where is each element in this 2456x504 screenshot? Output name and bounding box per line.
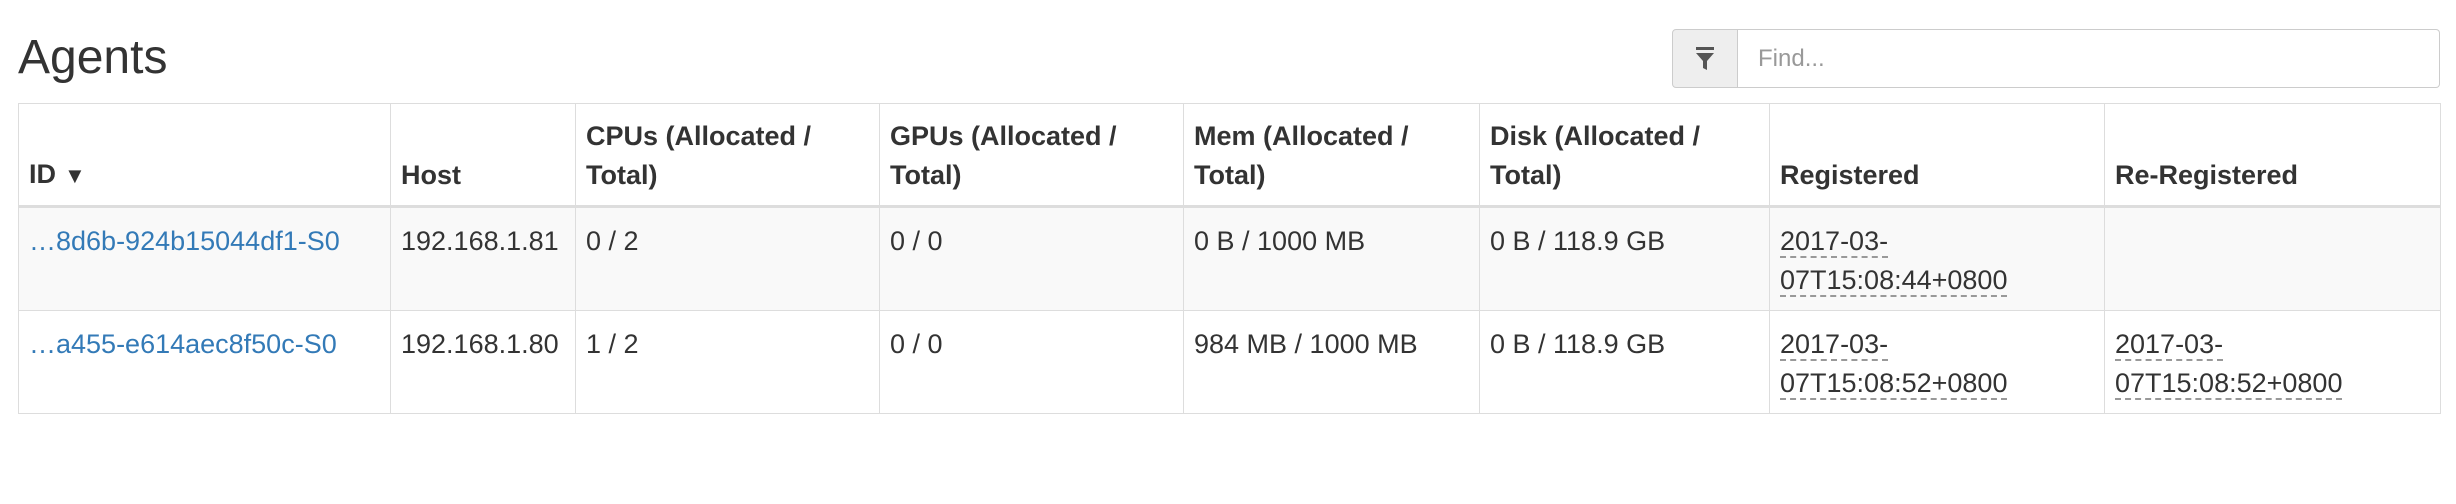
cell-mem: 984 MB / 1000 MB (1183, 310, 1480, 414)
reregistered-timestamp: 2017-03- 07T15:08:52+0800 (2115, 329, 2343, 400)
column-label: Registered (1780, 160, 1920, 190)
timestamp-date: 2017-03- (1780, 226, 1889, 256)
column-header-gpus[interactable]: GPUs (Allocated / Total) (879, 103, 1184, 208)
page-title: Agents (18, 31, 168, 84)
cell-registered: 2017-03- 07T15:08:44+0800 (1769, 206, 2105, 311)
cell-disk: 0 B / 118.9 GB (1479, 206, 1770, 311)
timestamp-date: 2017-03- (1780, 329, 1889, 359)
column-label: Disk (Allocated / Total) (1490, 121, 1701, 190)
filter-icon (1672, 29, 1738, 88)
cell-reregistered: 2017-03- 07T15:08:52+0800 (2104, 310, 2441, 414)
column-header-reregistered[interactable]: Re-Registered (2104, 103, 2441, 208)
column-header-disk[interactable]: Disk (Allocated / Total) (1479, 103, 1770, 208)
cell-mem: 0 B / 1000 MB (1183, 206, 1480, 311)
agent-id-link[interactable]: …a455-e614aec8f50c-S0 (29, 329, 337, 359)
cell-id: …8d6b-924b15044df1-S0 (18, 206, 391, 311)
column-label: ID (29, 159, 56, 189)
cell-host: 192.168.1.81 (390, 206, 576, 311)
column-header-registered[interactable]: Registered (1769, 103, 2105, 208)
column-label: CPUs (Allocated / Total) (586, 121, 812, 190)
column-label: GPUs (Allocated / Total) (890, 121, 1117, 190)
cell-gpus: 0 / 0 (879, 206, 1184, 311)
cell-registered: 2017-03- 07T15:08:52+0800 (1769, 310, 2105, 414)
table-row: …a455-e614aec8f50c-S0 192.168.1.80 1 / 2… (18, 310, 2441, 414)
registered-timestamp: 2017-03- 07T15:08:52+0800 (1780, 329, 2008, 400)
timestamp-time: 07T15:08:44+0800 (1780, 265, 2008, 295)
cell-gpus: 0 / 0 (879, 310, 1184, 414)
column-label: Host (401, 160, 461, 190)
search-input[interactable] (1738, 29, 2440, 88)
agents-table: ID ▼ Host CPUs (Allocated / Total) GPUs (… (18, 103, 2441, 414)
timestamp-time: 07T15:08:52+0800 (1780, 368, 2008, 398)
registered-timestamp: 2017-03- 07T15:08:44+0800 (1780, 226, 2008, 297)
search-group (1672, 29, 2440, 88)
column-header-cpus[interactable]: CPUs (Allocated / Total) (575, 103, 880, 208)
cell-disk: 0 B / 118.9 GB (1479, 310, 1770, 414)
table-header-row: ID ▼ Host CPUs (Allocated / Total) GPUs (… (18, 103, 2441, 208)
cell-id: …a455-e614aec8f50c-S0 (18, 310, 391, 414)
timestamp-time: 07T15:08:52+0800 (2115, 368, 2343, 398)
cell-reregistered (2104, 206, 2441, 311)
table-row: …8d6b-924b15044df1-S0 192.168.1.81 0 / 2… (18, 206, 2441, 311)
cell-cpus: 1 / 2 (575, 310, 880, 414)
column-header-id[interactable]: ID ▼ (18, 103, 391, 208)
column-label: Re-Registered (2115, 160, 2299, 190)
sort-desc-icon: ▼ (64, 163, 86, 188)
column-header-mem[interactable]: Mem (Allocated / Total) (1183, 103, 1480, 208)
column-label: Mem (Allocated / Total) (1194, 121, 1409, 190)
timestamp-date: 2017-03- (2115, 329, 2224, 359)
agent-id-link[interactable]: …8d6b-924b15044df1-S0 (29, 226, 340, 256)
cell-host: 192.168.1.80 (390, 310, 576, 414)
cell-cpus: 0 / 2 (575, 206, 880, 311)
column-header-host[interactable]: Host (390, 103, 576, 208)
